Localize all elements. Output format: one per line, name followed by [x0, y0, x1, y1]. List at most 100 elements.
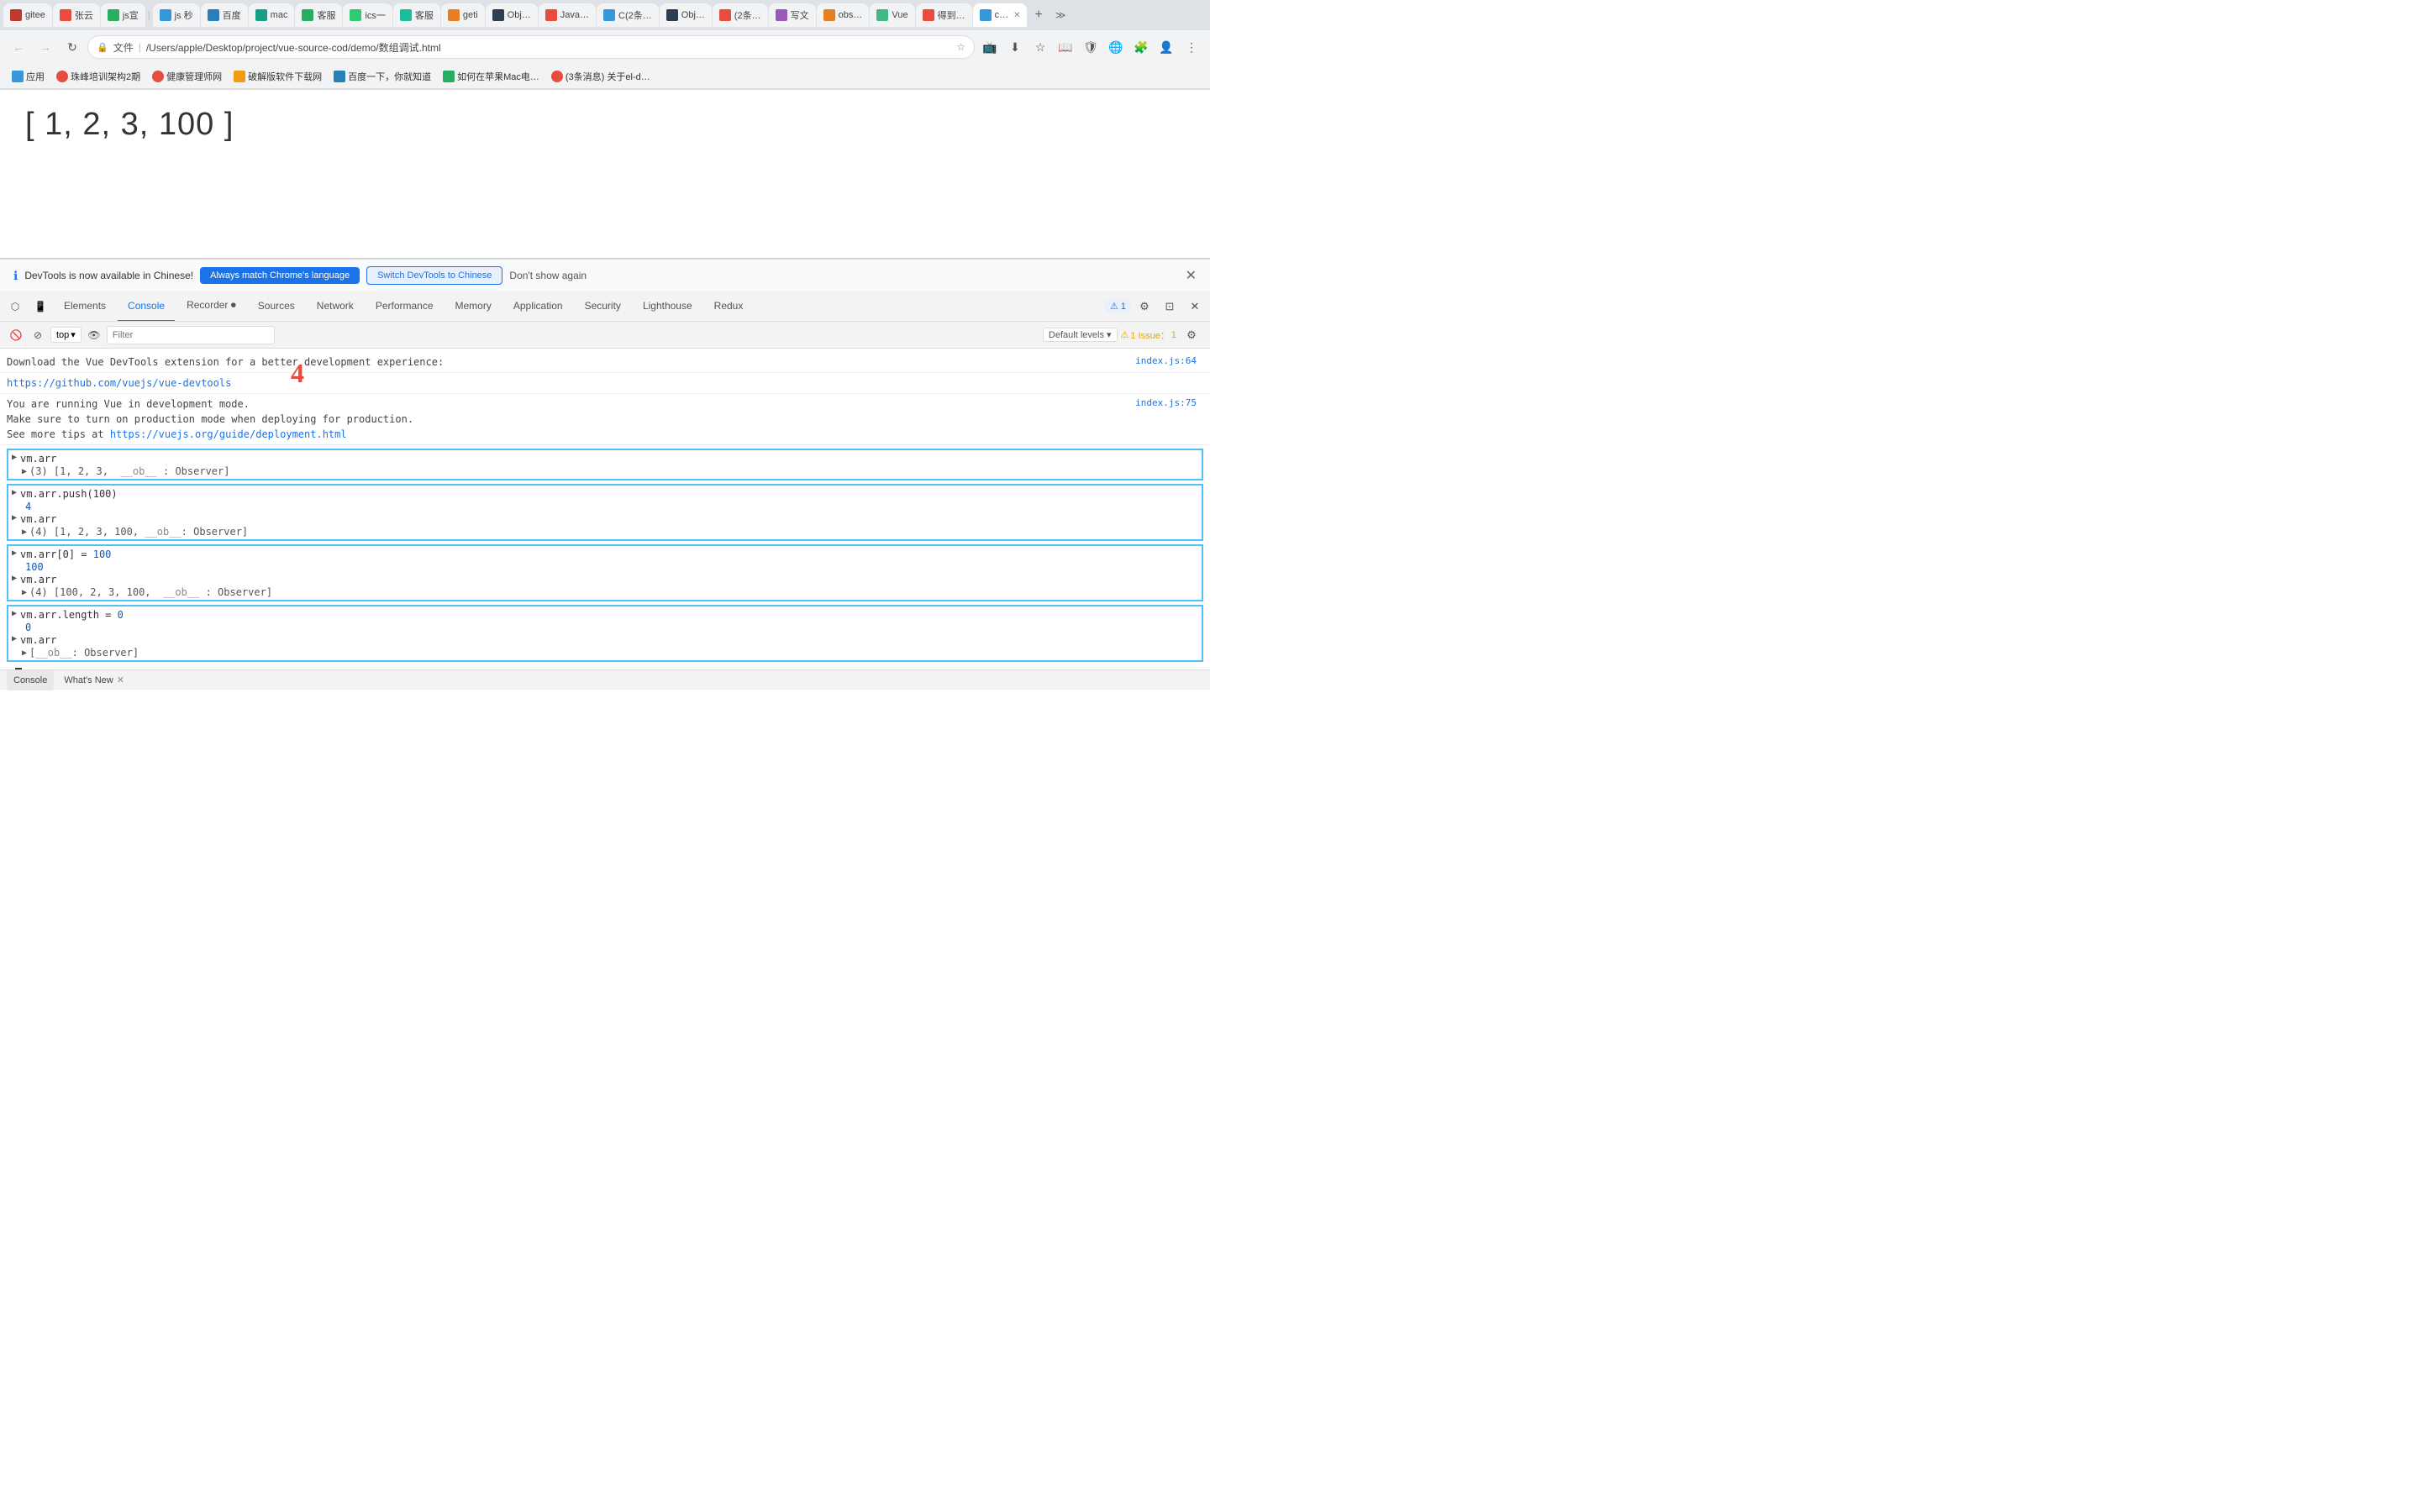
bookmark-label: 破解版软件下载网 [248, 70, 322, 83]
clear-console-button[interactable]: 🚫 [7, 326, 25, 344]
browser-chrome: gitee 张云 js宣 | js 秒 百度 mac [0, 0, 1210, 90]
tab-gitee[interactable]: gitee [3, 3, 52, 27]
expand-arrow[interactable]: ▶ [12, 574, 17, 583]
dt-tab-memory[interactable]: Memory [445, 291, 502, 322]
dock-button[interactable]: ⊡ [1158, 295, 1181, 318]
expand-arrow[interactable]: ▶ [12, 549, 17, 558]
switch-to-chinese-button[interactable]: Switch DevTools to Chinese [366, 266, 502, 285]
dt-tab-performance[interactable]: Performance [366, 291, 444, 322]
line-ref-2[interactable]: index.js:75 [1135, 396, 1203, 442]
devtools-link[interactable]: https://github.com/vuejs/vue-devtools [7, 377, 231, 389]
tab-more-button[interactable]: ≫ [1050, 6, 1071, 24]
devtools-device-button[interactable]: 📱 [29, 301, 52, 312]
expand-arrow[interactable]: ▶ [12, 453, 17, 462]
tab-jsxuan[interactable]: js宣 [101, 3, 145, 27]
extensions-button[interactable]: 🧩 [1129, 35, 1153, 59]
arr-expand-icon[interactable]: ▶ [22, 528, 27, 537]
tab-current[interactable]: c… ✕ [973, 3, 1028, 27]
match-language-button[interactable]: Always match Chrome's language [200, 267, 360, 284]
cast-button[interactable]: 📺 [978, 35, 1002, 59]
bookmark-pojie[interactable]: 破解版软件下载网 [229, 68, 327, 85]
dt-tab-console[interactable]: Console [118, 291, 175, 322]
console-filter-input[interactable] [107, 326, 275, 344]
bookmark-apps[interactable]: 应用 [7, 68, 50, 85]
tab-c2[interactable]: C(2条… [597, 3, 659, 27]
issue-count-badge[interactable]: ⚠ 1 Issue： 1 [1121, 328, 1176, 342]
star-button[interactable]: ☆ [1028, 35, 1052, 59]
status-tab-console[interactable]: Console [7, 670, 54, 690]
status-tab-label: Console [13, 675, 47, 685]
settings-button[interactable]: ⚙ [1133, 295, 1156, 318]
back-button[interactable]: ← [7, 35, 30, 59]
tab-baidu[interactable]: 百度 [201, 3, 248, 27]
bookmark-mac[interactable]: 如何在苹果Mac电… [438, 68, 544, 85]
address-bar[interactable]: 🔒 文件 | /Users/apple/Desktop/project/vue-… [87, 35, 975, 59]
tab-kefu[interactable]: 客服 [295, 3, 342, 27]
console-result-number: 0 [12, 622, 1198, 633]
context-dropdown[interactable]: top ▾ [50, 327, 82, 343]
tab-obj2[interactable]: Obj… [660, 3, 712, 27]
dt-tab-network[interactable]: Network [307, 291, 364, 322]
bookmark-star[interactable]: ☆ [956, 41, 965, 53]
tab-java[interactable]: Java… [539, 3, 596, 27]
profile-button[interactable]: 👤 [1155, 35, 1178, 59]
console-input-line[interactable]: ▶ [0, 665, 1210, 669]
arr-expand-icon[interactable]: ▶ [22, 648, 27, 658]
tab-xiewen[interactable]: 写文 [769, 3, 816, 27]
tab-obj1[interactable]: Obj… [486, 3, 538, 27]
devtools-inspect-button[interactable]: ⬡ [3, 301, 27, 312]
notification-close-button[interactable]: ✕ [1186, 267, 1197, 284]
tab-dede[interactable]: 得到… [916, 3, 972, 27]
reload-button[interactable]: ↻ [60, 35, 84, 59]
tab-vue[interactable]: Vue [870, 3, 914, 27]
close-devtools-button[interactable]: ✕ [1183, 295, 1207, 318]
dt-tab-security[interactable]: Security [575, 291, 631, 322]
expand-arrow[interactable]: ▶ [12, 609, 17, 618]
filter-toggle-button[interactable]: ⊘ [29, 326, 47, 344]
tab-mac[interactable]: mac [249, 3, 295, 27]
dt-tab-sources[interactable]: Sources [248, 291, 305, 322]
bookmark-baidu[interactable]: 百度一下，你就知道 [329, 68, 436, 85]
dt-tab-redux[interactable]: Redux [704, 291, 754, 322]
tab-favicon [448, 9, 460, 21]
tab-ics[interactable]: ics一 [343, 3, 392, 27]
arr-expand-icon[interactable]: ▶ [22, 588, 27, 597]
bookmark-jiankang[interactable]: 健康管理师网 [147, 68, 227, 85]
console-toolbar-right: Default levels ▾ ⚠ 1 Issue： 1 ⚙ [1043, 323, 1203, 347]
forward-button[interactable]: → [34, 35, 57, 59]
dt-tab-recorder[interactable]: Recorder ⏺ [176, 291, 246, 322]
arr-expand-icon[interactable]: ▶ [22, 467, 27, 476]
bookmark-el[interactable]: (3条消息) 关于el-d… [546, 68, 655, 85]
expand-arrow[interactable]: ▶ [12, 488, 17, 497]
dont-show-text[interactable]: Don't show again [509, 270, 587, 281]
page-array-display: [ 1, 2, 3, 100 ] [25, 107, 1185, 143]
eye-button[interactable]: 👁 [85, 326, 103, 344]
tab-close-btn[interactable]: ✕ [1013, 11, 1020, 20]
download-button[interactable]: ⬇ [1003, 35, 1027, 59]
default-levels-dropdown[interactable]: Default levels ▾ [1043, 328, 1118, 342]
translate-button[interactable]: 🌐 [1104, 35, 1128, 59]
new-tab-button[interactable]: + [1028, 4, 1049, 26]
console-command: vm.arr [20, 634, 56, 646]
tab-c2b[interactable]: (2条… [713, 3, 768, 27]
tab-kefu2[interactable]: 客服 [393, 3, 440, 27]
tab-zhangyu[interactable]: 张云 [53, 3, 100, 27]
menu-button[interactable]: ⋮ [1180, 35, 1203, 59]
line-ref-1[interactable]: index.js:64 [1135, 354, 1203, 370]
console-settings-button[interactable]: ⚙ [1180, 323, 1203, 347]
console-sub-result: ▶ (3) [1, 2, 3, __ob__ : Observer] [12, 465, 1198, 477]
expand-arrow[interactable]: ▶ [12, 634, 17, 643]
issue-badge[interactable]: ⚠ 1 [1105, 300, 1131, 312]
tab-jsmiao[interactable]: js 秒 [153, 3, 200, 27]
history-button[interactable]: 📖 [1054, 35, 1077, 59]
dt-tab-lighthouse[interactable]: Lighthouse [633, 291, 702, 322]
status-tab-close-btn[interactable]: ✕ [117, 675, 124, 685]
dt-tab-application[interactable]: Application [503, 291, 573, 322]
dt-tab-elements[interactable]: Elements [54, 291, 116, 322]
bookmark-zhufeng[interactable]: 珠峰培训架构2期 [51, 68, 145, 85]
expand-arrow[interactable]: ▶ [12, 513, 17, 522]
status-tab-whats-new[interactable]: What's New ✕ [57, 670, 131, 690]
tab-obs[interactable]: obs… [817, 3, 870, 27]
adblock-button[interactable]: 🛡 [1079, 35, 1102, 59]
tab-geti[interactable]: geti [441, 3, 485, 27]
